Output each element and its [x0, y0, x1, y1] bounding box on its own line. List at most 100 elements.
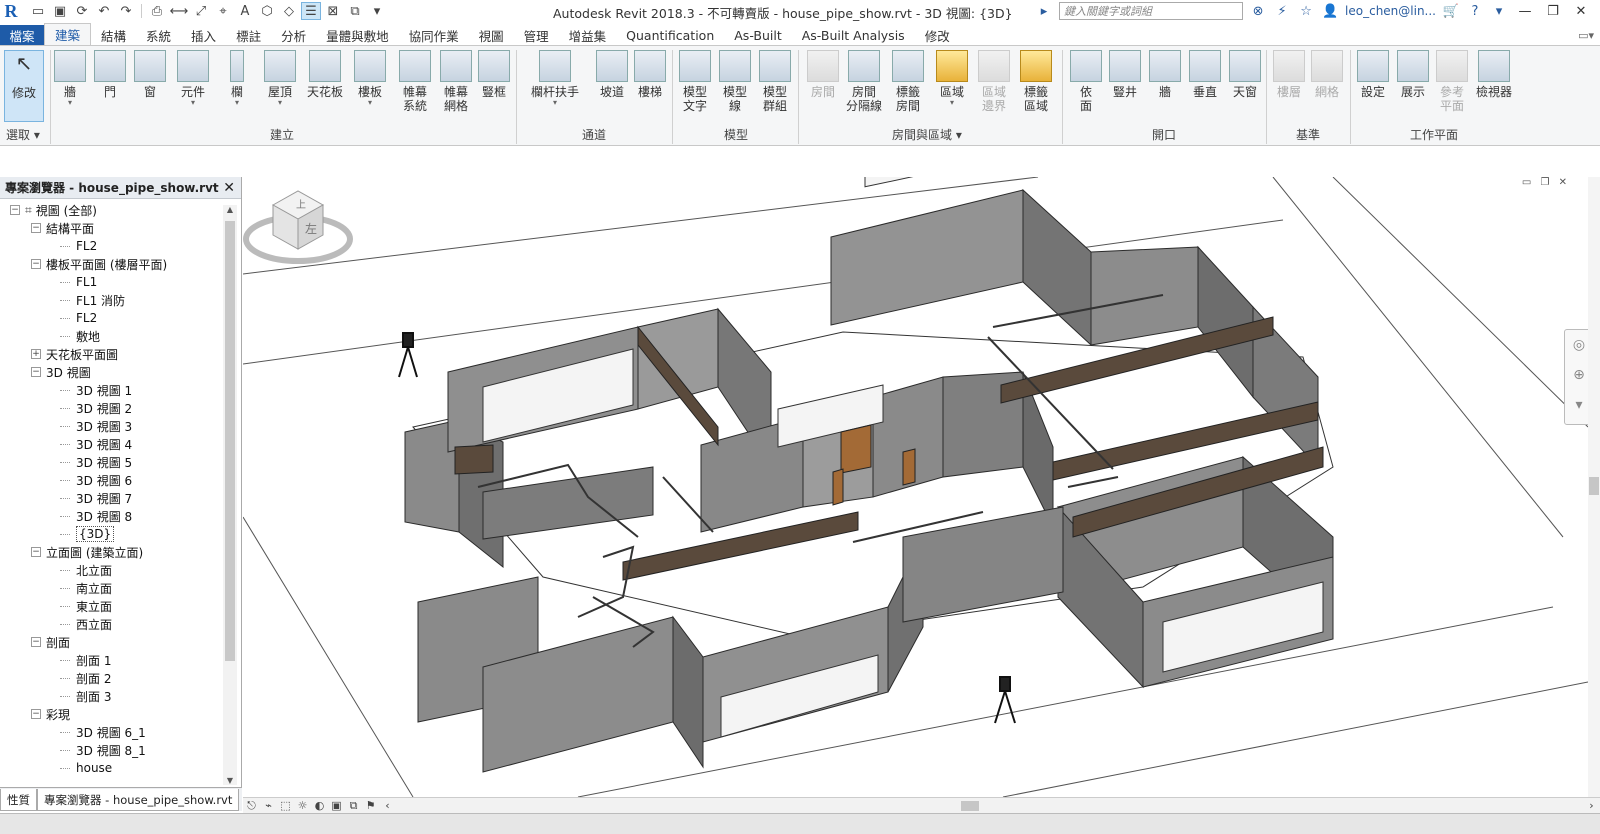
tree-node[interactable]: 3D 視圖 7	[0, 489, 220, 507]
tag-area-tool[interactable]: 標籤 區域	[1018, 50, 1054, 113]
tab-quantification[interactable]: Quantification	[616, 25, 724, 45]
close-icon[interactable]: ✕	[223, 180, 235, 196]
print-icon[interactable]: ⎙	[147, 2, 167, 20]
show-workplane-tool[interactable]: 展示	[1396, 50, 1430, 99]
tree-node[interactable]: 剖面 1	[0, 651, 220, 669]
wall-tool[interactable]: 牆 ▾	[54, 50, 86, 107]
restore-icon[interactable]: ❐	[1542, 4, 1564, 19]
dormer-tool[interactable]: 天窗	[1228, 50, 1262, 99]
tab-structure[interactable]: 結構	[91, 25, 136, 45]
tree-node[interactable]: 3D 視圖 8_1	[0, 741, 220, 759]
tree-node[interactable]: 剖面 3	[0, 687, 220, 705]
mullion-tool[interactable]: 豎框	[478, 50, 510, 99]
chevron-down-icon[interactable]: ▾	[1490, 2, 1508, 20]
3d-view-canvas[interactable]: ▭ ❐ ✕ 上 左 ◎ ⊕ ▾	[243, 177, 1600, 797]
tab-view[interactable]: 視圖	[469, 25, 514, 45]
undo-icon[interactable]: ↶	[94, 2, 114, 20]
text-icon[interactable]: A	[235, 2, 255, 20]
tree-node[interactable]: − 彩現	[0, 705, 220, 723]
expand-icon[interactable]: +	[31, 349, 41, 359]
tree-node[interactable]: 北立面	[0, 561, 220, 579]
model-line-tool[interactable]: 模型 線	[718, 50, 752, 113]
open-icon[interactable]: ▭	[28, 2, 48, 20]
collapse-icon[interactable]: −	[31, 223, 41, 233]
curtain-system-tool[interactable]: 帷幕 系統	[397, 50, 433, 113]
model-group-tool[interactable]: 模型 群組	[758, 50, 792, 113]
tree-node[interactable]: 東立面	[0, 597, 220, 615]
tree-node[interactable]: 敷地	[0, 327, 220, 345]
ribbon-options-icon[interactable]: ▭▾	[1578, 25, 1600, 45]
redo-icon[interactable]: ↷	[116, 2, 136, 20]
sun-path-icon[interactable]: ☼	[294, 799, 311, 813]
user-icon[interactable]: 👤	[1321, 2, 1339, 20]
help-icon[interactable]: ?	[1466, 2, 1484, 20]
hide-isolate-icon[interactable]: ⚑	[362, 799, 379, 813]
tree-node[interactable]: house	[0, 759, 220, 777]
model-text-tool[interactable]: 模型 文字	[678, 50, 712, 113]
tab-analyze[interactable]: 分析	[271, 25, 316, 45]
search-input[interactable]: 鍵入關鍵字或詞組	[1059, 2, 1244, 20]
scroll-thumb[interactable]	[961, 801, 979, 811]
room-separator-tool[interactable]: 房間 分隔線	[844, 50, 884, 113]
tab-as-built-analysis[interactable]: As-Built Analysis	[792, 25, 915, 45]
collapse-icon[interactable]: −	[31, 367, 41, 377]
ceiling-tool[interactable]: 天花板	[305, 50, 345, 99]
tree-node[interactable]: − ⌗ 視圖 (全部)	[0, 201, 220, 219]
tree-node[interactable]: − 結構平面	[0, 219, 220, 237]
visual-style-icon[interactable]: ⬚	[277, 799, 294, 813]
ref-plane-tool[interactable]: 參考 平面	[1434, 50, 1470, 113]
tree-node[interactable]: FL2	[0, 237, 220, 255]
area-boundary-tool[interactable]: 區域 邊界	[976, 50, 1012, 113]
floor-tool[interactable]: 樓板 ▾	[353, 50, 387, 107]
scroll-up-icon[interactable]: ▲	[223, 205, 237, 214]
tab-massing[interactable]: 量體與敷地	[316, 25, 399, 45]
scroll-right-icon[interactable]: ›	[1583, 799, 1600, 813]
view-horizontal-scrollbar[interactable]	[411, 799, 1561, 813]
tree-node[interactable]: 南立面	[0, 579, 220, 597]
component-tool[interactable]: 元件 ▾	[176, 50, 210, 107]
railing-tool[interactable]: 欄杆扶手 ▾	[528, 50, 582, 107]
3d-view-icon[interactable]: ⬡	[257, 2, 277, 20]
tree-node[interactable]: 3D 視圖 8	[0, 507, 220, 525]
user-name[interactable]: leo_chen@lin...	[1345, 4, 1436, 18]
project-browser-scrollbar[interactable]: ▲ ▼	[223, 205, 237, 785]
roof-tool[interactable]: 屋頂 ▾	[263, 50, 297, 107]
viewer-tool[interactable]: 檢視器	[1474, 50, 1514, 99]
column-tool[interactable]: 欄 ▾	[222, 50, 252, 107]
door-tool[interactable]: 門	[94, 50, 126, 99]
tag-icon[interactable]: ⌖	[213, 2, 233, 20]
revit-logo-icon[interactable]: R	[0, 0, 22, 22]
tree-node[interactable]: − 立面圖 (建築立面)	[0, 543, 220, 561]
minimize-icon[interactable]: —	[1514, 4, 1536, 19]
tag-room-tool[interactable]: 標籤 房間	[890, 50, 926, 113]
thin-lines-icon[interactable]: ☰	[301, 2, 321, 20]
tree-node[interactable]: 3D 視圖 2	[0, 399, 220, 417]
view-vertical-scrollbar[interactable]	[1588, 177, 1600, 797]
tree-node[interactable]: 3D 視圖 6_1	[0, 723, 220, 741]
tree-node[interactable]: FL1 消防	[0, 291, 220, 309]
shadows-icon[interactable]: ◐	[311, 799, 328, 813]
viewcube[interactable]: 上 左	[243, 177, 353, 277]
section-icon[interactable]: ◇	[279, 2, 299, 20]
scroll-thumb[interactable]	[225, 221, 235, 661]
tab-file[interactable]: 檔案	[0, 25, 44, 45]
tree-node[interactable]: 3D 視圖 4	[0, 435, 220, 453]
crop-icon[interactable]: ⧉	[345, 799, 362, 813]
scroll-thumb[interactable]	[1589, 477, 1599, 495]
ramp-tool[interactable]: 坡道	[596, 50, 628, 99]
vertical-opening-tool[interactable]: 垂直	[1188, 50, 1222, 99]
cart-icon[interactable]: 🛒	[1442, 2, 1460, 20]
detail-level-icon[interactable]: ⌁	[260, 799, 277, 813]
binoculars-icon[interactable]: ⊗	[1249, 2, 1267, 20]
grid-tool[interactable]: 網格	[1310, 50, 1344, 99]
tree-node[interactable]: 3D 視圖 1	[0, 381, 220, 399]
collapse-icon[interactable]: −	[10, 205, 20, 215]
stair-tool[interactable]: 樓梯	[634, 50, 666, 99]
render-icon[interactable]: ▣	[328, 799, 345, 813]
tree-node[interactable]: 西立面	[0, 615, 220, 633]
room-panel-label[interactable]: 房間與區域 ▾	[892, 126, 962, 143]
switch-windows-icon[interactable]: ⧉	[345, 2, 365, 20]
tree-node[interactable]: 剖面 2	[0, 669, 220, 687]
tab-addins[interactable]: 增益集	[559, 25, 617, 45]
area-tool[interactable]: 區域 ▾	[934, 50, 970, 107]
